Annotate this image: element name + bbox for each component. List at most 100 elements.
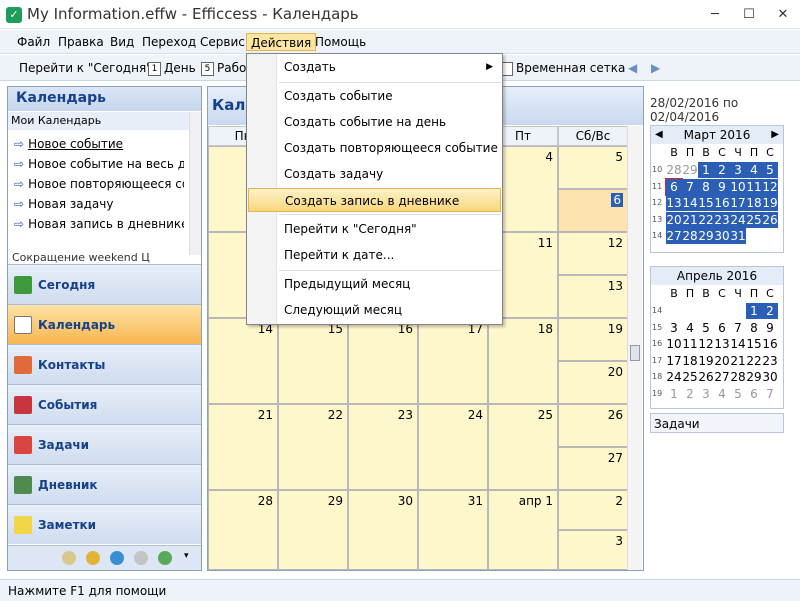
cell-w4-fri[interactable]: 25: [488, 404, 558, 490]
nav-events[interactable]: События: [8, 384, 201, 424]
mini-day[interactable]: 19: [698, 353, 714, 369]
mini-day[interactable]: 5: [698, 320, 714, 336]
mini-day[interactable]: 10: [666, 336, 682, 352]
dd-create-task[interactable]: Создать задачу: [248, 162, 501, 186]
dd-next-month[interactable]: Следующий месяц: [248, 298, 501, 322]
mini-day[interactable]: 9: [714, 178, 730, 195]
cell-w1-sat[interactable]: 5: [558, 146, 628, 189]
mini-day[interactable]: 8: [746, 320, 762, 336]
nav-today[interactable]: Сегодня: [8, 264, 201, 304]
dd-create-allday-event[interactable]: Создать событие на день: [248, 110, 501, 134]
mini-day[interactable]: 26: [762, 211, 778, 228]
cell-w4-tue[interactable]: 22: [278, 404, 348, 490]
nav-contacts[interactable]: Контакты: [8, 344, 201, 384]
mini-day[interactable]: 2: [682, 386, 698, 402]
task-new-recurring-event[interactable]: ⇨ Новое повторяющееся со: [14, 177, 184, 191]
cell-w3-mon[interactable]: 14: [208, 318, 278, 404]
mini-day[interactable]: 30: [762, 369, 778, 385]
mini-day[interactable]: 3: [666, 320, 682, 336]
mini-day[interactable]: 24: [666, 369, 682, 385]
cell-w4-sat[interactable]: 26: [558, 404, 628, 447]
cell-w5-tue[interactable]: 29: [278, 490, 348, 570]
prev-arrow-icon[interactable]: ◀: [628, 59, 637, 77]
mini-day[interactable]: 15: [746, 336, 762, 352]
mini-day[interactable]: 28: [682, 228, 698, 244]
mini-day[interactable]: 30: [714, 228, 730, 244]
nav-notes[interactable]: Заметки: [8, 504, 201, 544]
calendar-scrollbar[interactable]: [627, 126, 642, 570]
work-view-button[interactable]: 5 Рабо: [201, 59, 246, 77]
mini-day[interactable]: 11: [682, 336, 698, 352]
mini-day[interactable]: 2: [762, 303, 778, 319]
mini-day[interactable]: 29: [746, 369, 762, 385]
menu-go[interactable]: Переход: [138, 33, 200, 51]
mini-day[interactable]: 20: [714, 353, 730, 369]
cell-w2-sat[interactable]: 12: [558, 232, 628, 275]
cell-w4-wed[interactable]: 23: [348, 404, 418, 490]
cell-w2-sun[interactable]: 13: [558, 275, 628, 318]
cell-w5-fri[interactable]: апр 1: [488, 490, 558, 570]
dd-create-journal[interactable]: Создать запись в дневнике: [248, 188, 501, 212]
dd-prev-month[interactable]: Предыдущий месяц: [248, 272, 501, 296]
cell-w5-sun[interactable]: 3: [558, 530, 628, 570]
globe-icon[interactable]: [110, 551, 124, 565]
mini-day[interactable]: 11: [746, 178, 762, 195]
menu-help[interactable]: Помощь: [311, 33, 370, 51]
mini-day[interactable]: 23: [762, 353, 778, 369]
cell-w4-mon[interactable]: 21: [208, 404, 278, 490]
menu-tools[interactable]: Сервис: [196, 33, 249, 51]
mini-day[interactable]: 4: [746, 162, 762, 178]
cell-w5-thu[interactable]: 31: [418, 490, 488, 570]
cell-w5-sat[interactable]: 2: [558, 490, 628, 530]
mini-day[interactable]: 14: [682, 195, 698, 211]
nav-journal[interactable]: Дневник: [8, 464, 201, 504]
next-arrow-icon[interactable]: ▶: [651, 59, 660, 77]
clipboard-icon[interactable]: [62, 551, 76, 565]
mini-day[interactable]: 28: [730, 369, 746, 385]
task-new-task[interactable]: ⇨ Новая задачу: [14, 197, 184, 211]
mini-day[interactable]: 5: [730, 386, 746, 402]
cell-w1-sun[interactable]: 6: [558, 189, 628, 232]
tasks-panel[interactable]: Задачи: [650, 413, 784, 433]
mini-day[interactable]: 18: [682, 353, 698, 369]
mini-day[interactable]: 22: [698, 211, 714, 228]
task-new-allday-event[interactable]: ⇨ Новое событие на весь де: [14, 157, 184, 171]
mini-day[interactable]: 14: [730, 336, 746, 352]
mini-day[interactable]: 6: [665, 177, 683, 196]
menu-file[interactable]: Файл: [13, 33, 54, 51]
mini-day[interactable]: 13: [714, 336, 730, 352]
mini-day[interactable]: 29: [682, 162, 698, 178]
nav-calendar[interactable]: Календарь: [8, 304, 201, 344]
left-scrollbar[interactable]: [189, 112, 201, 255]
mini-day[interactable]: 21: [730, 353, 746, 369]
scroll-thumb[interactable]: [630, 345, 640, 361]
menu-view[interactable]: Вид: [106, 33, 138, 51]
mini-day[interactable]: 4: [682, 320, 698, 336]
magnifier-icon[interactable]: [134, 551, 148, 565]
cell-w3-fri[interactable]: 18: [488, 318, 558, 404]
mini-day[interactable]: 5: [762, 162, 778, 178]
mini-day[interactable]: 7: [730, 320, 746, 336]
mini-day[interactable]: 25: [682, 369, 698, 385]
mini-day[interactable]: 10: [730, 178, 746, 195]
mini-day[interactable]: 26: [698, 369, 714, 385]
timeline-view-button[interactable]: Временная сетка: [501, 59, 625, 77]
cell-w4-thu[interactable]: 24: [418, 404, 488, 490]
mini-day[interactable]: 13: [666, 195, 682, 211]
close-button[interactable]: ✕: [766, 0, 800, 29]
dd-goto-today[interactable]: Перейти к "Сегодня": [248, 217, 501, 241]
task-new-journal[interactable]: ⇨ Новая запись в дневнике: [14, 217, 184, 231]
mini-day[interactable]: 2: [714, 162, 730, 178]
chevron-down-icon[interactable]: ▾: [184, 551, 189, 561]
cell-w3-sat[interactable]: 19: [558, 318, 628, 361]
mini-day[interactable]: 9: [762, 320, 778, 336]
menu-actions[interactable]: Действия: [246, 33, 317, 51]
dd-create[interactable]: Создать ▶: [248, 55, 501, 79]
cell-w5-mon[interactable]: 28: [208, 490, 278, 570]
nav-tasks[interactable]: Задачи: [8, 424, 201, 464]
mini-day[interactable]: 19: [762, 195, 778, 211]
day-view-button[interactable]: 1 День: [148, 59, 196, 77]
mini-day[interactable]: 27: [714, 369, 730, 385]
mini-day[interactable]: 15: [698, 195, 714, 211]
mini-day[interactable]: 29: [698, 228, 714, 244]
